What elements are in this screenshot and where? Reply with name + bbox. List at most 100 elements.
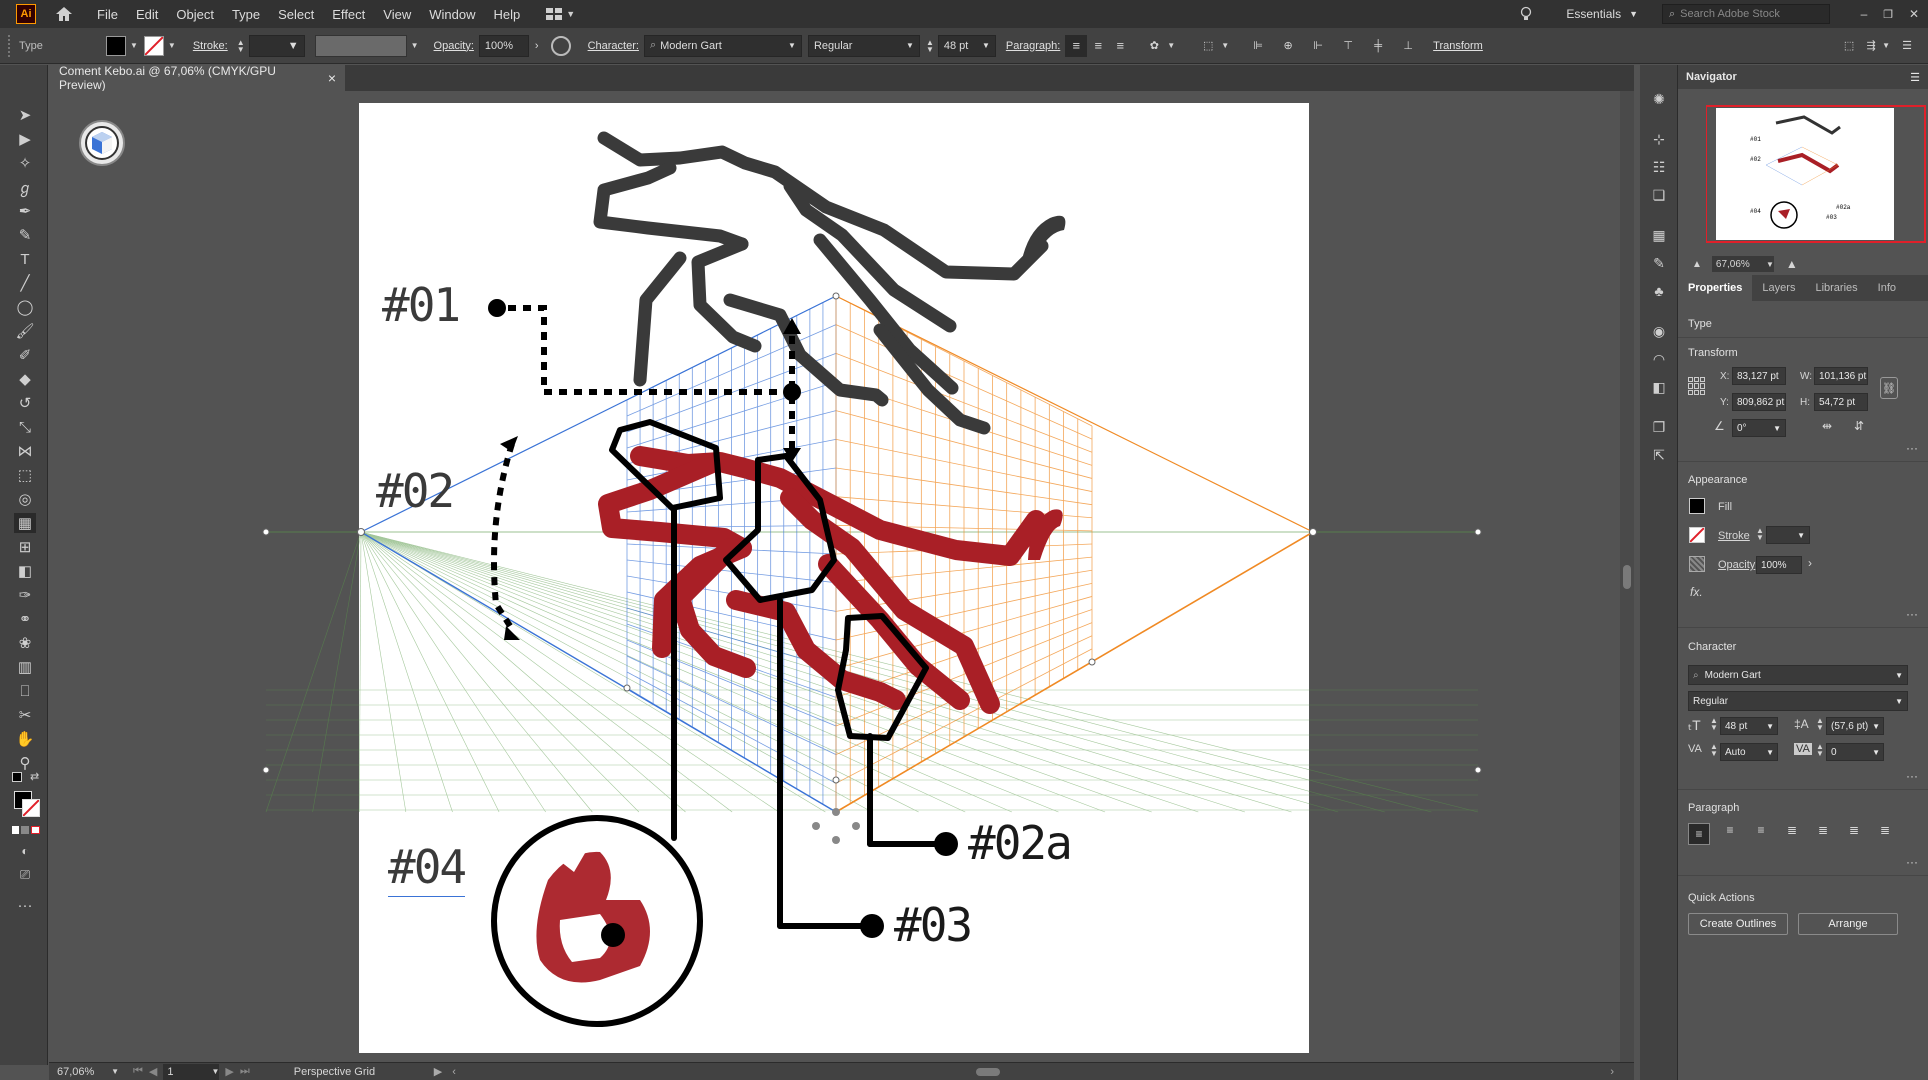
link-proportions-icon[interactable]: ⛓ xyxy=(1880,377,1898,399)
x-field[interactable]: 83,127 pt xyxy=(1732,367,1786,385)
kerning-stepper[interactable]: ▲ ▼ xyxy=(1710,743,1718,758)
gradient-panel-icon[interactable]: ◧ xyxy=(1649,377,1669,397)
arrange-button[interactable]: Arrange xyxy=(1798,913,1898,935)
more-options-icon[interactable]: ··· xyxy=(1906,441,1918,455)
reference-point-icon[interactable] xyxy=(1688,377,1706,395)
label-02[interactable]: #02 xyxy=(376,464,455,518)
panel-icon-strip: ✺ ⊹ ☷ ❏ ▦ ✎ ♣ ◉ ◠ ◧ ❐ ⇱ xyxy=(1640,65,1678,1080)
flip-horizontal-icon[interactable]: ⇹ xyxy=(1822,419,1832,433)
isolate-icon[interactable]: ⬚ xyxy=(1838,39,1860,52)
export-icon[interactable]: ⇱ xyxy=(1649,445,1669,465)
leading-stepper[interactable]: ▲ ▼ xyxy=(1816,717,1824,732)
layers-panel-icon[interactable]: ❐ xyxy=(1649,417,1669,437)
artboard-number-field[interactable]: 1 ▼ xyxy=(163,1063,220,1080)
height-field[interactable]: 54,72 pt xyxy=(1814,393,1868,411)
justify-left-icon[interactable]: ≣ xyxy=(1781,823,1803,845)
menu-icon[interactable]: ☰ xyxy=(1910,71,1920,84)
tab-libraries[interactable]: Libraries xyxy=(1805,282,1867,294)
symbols-icon[interactable]: ♣ xyxy=(1649,281,1669,301)
font-size-stepper[interactable]: ▲ ▼ xyxy=(1710,717,1718,732)
vertical-scroll-thumb[interactable] xyxy=(1623,565,1631,589)
status-bar: 67,06% ▼ ⏮ ◀ 1 ▼ ▶ ⏭ Perspective Grid ▶ … xyxy=(49,1062,1634,1080)
restore-icon[interactable]: ❐ xyxy=(1876,8,1900,21)
swatches-icon[interactable]: ▦ xyxy=(1649,225,1669,245)
navigator-zoom-value: 67,06% xyxy=(1715,258,1750,270)
previous-artboard-icon[interactable]: ◀ xyxy=(149,1065,157,1078)
zoom-field[interactable]: 67,06% ▼ xyxy=(49,1064,119,1080)
angle-icon: ∠ xyxy=(1714,419,1725,433)
align-left-icon[interactable]: ≡ xyxy=(1688,823,1710,845)
scroll-right-icon[interactable]: › xyxy=(1610,1066,1614,1078)
kerning-field[interactable]: Auto ▼ xyxy=(1720,743,1778,761)
transform-panel-icon[interactable]: ⊹ xyxy=(1649,129,1669,149)
stroke-weight-appearance-field[interactable]: ▼ xyxy=(1766,526,1810,544)
first-artboard-icon[interactable]: ⏮ xyxy=(133,1065,143,1078)
tracking-value: 0 xyxy=(1831,746,1837,758)
graphic-styles-icon[interactable]: ◉ xyxy=(1649,321,1669,341)
panel-options-icon[interactable]: ⇶ xyxy=(1860,39,1882,52)
justify-right-icon[interactable]: ≣ xyxy=(1843,823,1865,845)
y-field[interactable]: 809,862 pt xyxy=(1732,393,1786,411)
tab-properties[interactable]: Properties xyxy=(1678,275,1753,301)
tab-layers[interactable]: Layers xyxy=(1752,282,1805,294)
navigator-zoom-bar: ▲ 67,06% ▼ ▲ xyxy=(1678,253,1928,275)
horizontal-scroll-thumb[interactable] xyxy=(975,1067,1000,1076)
label-01[interactable]: #01 xyxy=(382,278,461,332)
zoom-out-icon[interactable]: ▲ xyxy=(1692,259,1702,270)
width-field[interactable]: 101,136 pt xyxy=(1814,367,1868,385)
justify-all-icon[interactable]: ≣ xyxy=(1874,823,1896,845)
scroll-left-icon[interactable]: ‹ xyxy=(452,1066,456,1078)
fx-icon[interactable]: fx. xyxy=(1690,585,1703,599)
w-label: W: xyxy=(1800,371,1813,382)
menu-icon[interactable]: ☰ xyxy=(1896,39,1918,52)
next-artboard-icon[interactable]: ▶ xyxy=(225,1065,233,1078)
svg-text:#02: #02 xyxy=(1750,156,1761,163)
navigator-zoom-field[interactable]: 67,06% ▼ xyxy=(1711,256,1774,272)
label-03[interactable]: #03 xyxy=(894,898,973,952)
align-center-icon[interactable]: ≡ xyxy=(1719,823,1741,845)
create-outlines-button[interactable]: Create Outlines xyxy=(1688,913,1788,935)
leading-icon: ‡A xyxy=(1794,717,1809,731)
tab-info[interactable]: Info xyxy=(1868,282,1906,294)
chevron-down-icon[interactable]: ▼ xyxy=(1882,41,1890,50)
x-value: 83,127 pt xyxy=(1737,370,1779,382)
paragraph-align-row: ≡ ≡ ≡ ≣ ≣ ≣ ≣ xyxy=(1688,823,1908,845)
navigator-preview[interactable]: #01 #02 #02a #03 #04 xyxy=(1705,105,1926,243)
align-right-icon[interactable]: ≡ xyxy=(1750,823,1772,845)
zoom-in-icon[interactable]: ▲ xyxy=(1786,257,1798,271)
status-menu-icon[interactable]: ▶ xyxy=(434,1065,442,1078)
tracking-stepper[interactable]: ▲ ▼ xyxy=(1816,743,1824,758)
artboard-number: 1 xyxy=(167,1065,174,1078)
stroke-appearance-swatch[interactable] xyxy=(1689,527,1705,543)
color-guide-icon[interactable]: ✺ xyxy=(1649,89,1669,109)
stroke-panel-icon[interactable]: ◠ xyxy=(1649,349,1669,369)
more-options-icon[interactable]: ··· xyxy=(1906,769,1918,783)
more-options-icon[interactable]: ··· xyxy=(1906,855,1918,869)
y-value: 809,862 pt xyxy=(1737,396,1785,408)
stroke-weight-stepper[interactable]: ▲ ▼ xyxy=(1756,527,1764,542)
tracking-field[interactable]: 0 ▼ xyxy=(1826,743,1884,761)
pathfinder-icon[interactable]: ❏ xyxy=(1649,185,1669,205)
align-panel-icon[interactable]: ☷ xyxy=(1649,157,1669,177)
justify-center-icon[interactable]: ≣ xyxy=(1812,823,1834,845)
brushes-icon[interactable]: ✎ xyxy=(1649,253,1669,273)
opacity-appearance-field[interactable]: 100% xyxy=(1756,556,1802,574)
stock-search-field[interactable]: ⌕ Search Adobe Stock xyxy=(1662,4,1830,24)
fill-appearance-swatch[interactable] xyxy=(1689,498,1705,514)
leading-field[interactable]: (57,6 pt) ▼ xyxy=(1826,717,1884,735)
character-font-select[interactable]: ⌕ Modern Gart ▼ xyxy=(1688,665,1908,685)
last-artboard-icon[interactable]: ⏭ xyxy=(240,1065,250,1078)
character-size-field[interactable]: 48 pt ▼ xyxy=(1720,717,1778,735)
close-window-icon[interactable]: ✕ xyxy=(1900,7,1928,21)
label-02a[interactable]: #02a xyxy=(968,816,1073,870)
minimize-icon[interactable]: – xyxy=(1852,7,1876,21)
character-style-select[interactable]: Regular ▼ xyxy=(1688,691,1908,711)
flip-vertical-icon[interactable]: ⇵ xyxy=(1854,419,1864,433)
stroke-appearance-label[interactable]: Stroke xyxy=(1718,530,1750,542)
chevron-right-icon[interactable]: › xyxy=(1808,556,1812,570)
more-options-icon[interactable]: ··· xyxy=(1906,607,1918,621)
angle-field[interactable]: 0° ▼ xyxy=(1732,419,1786,437)
opacity-appearance-label[interactable]: Opacity xyxy=(1718,559,1755,571)
vertical-scrollbar[interactable] xyxy=(1620,91,1634,1062)
label-04[interactable]: #04 xyxy=(388,840,467,897)
